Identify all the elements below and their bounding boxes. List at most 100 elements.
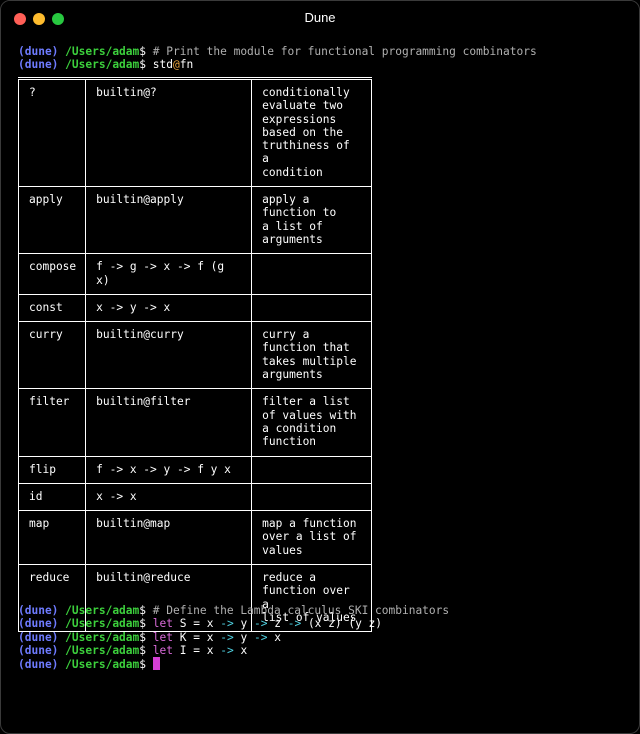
description-line: function: [262, 435, 317, 449]
description-line: conditionally: [262, 86, 350, 99]
table-row: apply builtin@apply apply a function to a li…: [17, 186, 373, 255]
arrow: ->: [287, 617, 302, 631]
prompt-path: /Users/adam: [65, 658, 140, 672]
arrow: ->: [253, 617, 268, 631]
param: x: [206, 643, 214, 657]
prompt-env: (dune): [18, 658, 59, 672]
cell-name: curry: [17, 321, 87, 390]
prompt-path: /Users/adam: [65, 45, 140, 58]
cell-implementation: f -> g -> x -> f (g x): [85, 253, 253, 295]
cell-description: map a function over a list of values: [251, 510, 373, 566]
table-row: compose f -> g -> x -> f (g x): [17, 253, 373, 295]
comment-text: # Print the module for functional progra…: [152, 45, 537, 58]
cell-implementation: builtin@filter: [85, 388, 253, 457]
equals-sign: =: [193, 630, 200, 644]
cell-description: [251, 482, 373, 512]
description-line: arguments: [262, 232, 323, 246]
cell-description: conditionally evaluate two expressions base…: [251, 77, 373, 188]
prompt-line-active[interactable]: (dune) /Users/adam$: [18, 657, 449, 672]
prompt-env: (dune): [18, 630, 59, 644]
prompt-symbol: $: [139, 643, 147, 657]
binding-name: I: [179, 643, 187, 657]
terminal-output-bottom: (dune) /Users/adam$ # Define the Lambda …: [18, 604, 449, 672]
description-line: map a function: [262, 517, 357, 531]
table-row: id x -> x: [17, 482, 373, 512]
description-line: condition: [262, 165, 323, 179]
prompt-symbol: $: [139, 45, 147, 58]
description-line: based on the: [262, 125, 343, 139]
cell-implementation: builtin@?: [85, 77, 253, 188]
let-keyword: let: [152, 630, 173, 644]
cell-implementation: builtin@map: [85, 510, 253, 566]
cell-description: filter a list of values with a condition fu…: [251, 388, 373, 457]
cell-description: [251, 253, 373, 295]
param: y: [240, 617, 248, 631]
arrow: ->: [220, 643, 234, 657]
param: y: [240, 630, 248, 644]
binding-name: S: [179, 617, 187, 631]
table-row: ? builtin@? conditionally evaluate two expre…: [17, 77, 373, 188]
command-member: fn: [179, 58, 194, 72]
command-module: std: [152, 58, 173, 72]
description-line: function that: [262, 341, 350, 355]
prompt-line-comment: (dune) /Users/adam$ # Print the module f…: [18, 45, 537, 58]
prompt-symbol: $: [139, 604, 147, 617]
description-line: expressions: [262, 112, 337, 126]
cell-implementation: builtin@curry: [85, 321, 253, 390]
param: x: [206, 630, 214, 644]
description-line: reduce a: [262, 571, 317, 585]
cell-description: apply a function to a list of arguments: [251, 186, 373, 255]
prompt-line-comment-2: (dune) /Users/adam$ # Define the Lambda …: [18, 604, 449, 617]
prompt-env: (dune): [18, 45, 59, 58]
binding-name: K: [179, 630, 187, 644]
let-keyword: let: [152, 643, 173, 657]
description-line: takes multiple: [262, 354, 357, 368]
body: x: [240, 643, 248, 657]
command-at: @: [172, 58, 180, 72]
text-cursor[interactable]: [152, 657, 160, 671]
description-line: a condition: [262, 421, 337, 435]
prompt-env: (dune): [18, 643, 59, 657]
prompt-line-let-s: (dune) /Users/adam$ let S = x -> y -> z …: [18, 617, 449, 630]
description-line: curry a: [262, 328, 310, 342]
prompt-env: (dune): [18, 617, 59, 631]
description-line: evaluate two: [262, 99, 343, 113]
description-line: filter a list: [262, 395, 350, 409]
cell-name: filter: [17, 388, 87, 457]
prompt-path: /Users/adam: [65, 617, 140, 631]
comment-text: # Define the Lambda calculus SKI combina…: [152, 604, 450, 617]
body: x: [274, 630, 281, 644]
prompt-path: /Users/adam: [65, 58, 140, 72]
prompt-line-let-i: (dune) /Users/adam$ let I = x -> x: [18, 644, 449, 657]
let-keyword: let: [152, 617, 173, 631]
prompt-path: /Users/adam: [65, 604, 140, 617]
cell-name: const: [17, 293, 87, 323]
cell-name: flip: [17, 455, 87, 484]
cell-description: [251, 455, 373, 484]
table-row: curry builtin@curry curry a function that ta…: [17, 321, 373, 390]
description-line: arguments: [262, 368, 323, 382]
body: (x z) (y z): [307, 617, 383, 631]
arrow: ->: [253, 630, 268, 644]
prompt-env: (dune): [18, 604, 59, 617]
prompt-symbol: $: [139, 58, 147, 72]
cell-description: curry a function that takes multiple argume…: [251, 321, 373, 390]
description-line: of values with: [262, 408, 357, 422]
title-bar: Dune: [1, 1, 639, 35]
cell-implementation: builtin@apply: [85, 186, 253, 255]
window-title: Dune: [304, 10, 336, 25]
arrow: ->: [220, 630, 234, 644]
cell-implementation: x -> y -> x: [85, 293, 253, 323]
description-line: values: [262, 543, 303, 557]
cell-name: compose: [17, 253, 87, 295]
module-table: ? builtin@? conditionally evaluate two expre…: [17, 77, 373, 633]
prompt-symbol: $: [139, 630, 147, 644]
cell-implementation: x -> x: [85, 482, 253, 512]
table-row: flip f -> x -> y -> f y x: [17, 455, 373, 484]
table-row: filter builtin@filter filter a list of valu…: [17, 388, 373, 457]
equals-sign: =: [193, 617, 200, 631]
prompt-path: /Users/adam: [65, 630, 140, 644]
prompt-env: (dune): [18, 58, 59, 72]
description-line: a list of: [262, 219, 323, 233]
param: x: [206, 617, 214, 631]
